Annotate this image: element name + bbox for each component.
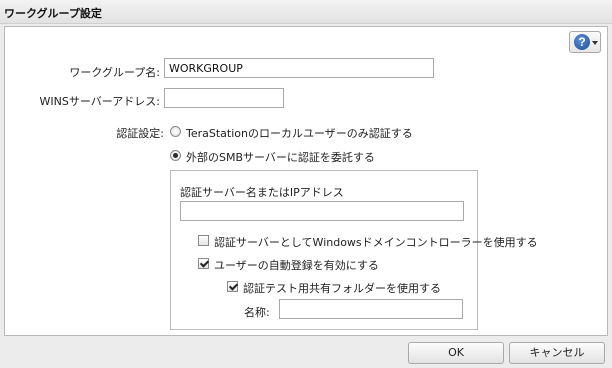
radio-external[interactable] bbox=[170, 150, 181, 161]
help-button[interactable]: ? bbox=[569, 31, 601, 53]
wins-label: WINSサーバーアドレス: bbox=[39, 95, 161, 108]
auth-server-label: 認証サーバー名またはIPアドレス bbox=[180, 186, 344, 199]
auth-option-external-label: 外部のSMBサーバーに認証を委託する bbox=[186, 151, 375, 164]
test-share-label: 認証テスト用共有フォルダーを使用する bbox=[243, 282, 441, 295]
share-name-label: 名称: bbox=[244, 306, 270, 319]
domain-controller-label: 認証サーバーとしてWindowsドメインコントローラーを使用する bbox=[214, 236, 538, 249]
ok-button[interactable]: OK bbox=[408, 342, 504, 364]
help-question-icon: ? bbox=[574, 34, 590, 50]
workgroup-label: ワークグループ名: bbox=[69, 66, 160, 79]
domain-controller-checkbox[interactable] bbox=[198, 235, 209, 246]
auth-label: 認証設定: bbox=[116, 127, 164, 140]
cancel-button[interactable]: キャンセル bbox=[509, 342, 605, 364]
title-bar: ワークグループ設定 bbox=[0, 0, 612, 24]
share-name-input[interactable] bbox=[279, 299, 463, 319]
radio-local[interactable] bbox=[170, 126, 181, 137]
test-share-checkbox[interactable] bbox=[227, 281, 238, 292]
workgroup-input[interactable] bbox=[164, 58, 434, 78]
window-title: ワークグループ設定 bbox=[4, 7, 102, 20]
chevron-down-icon bbox=[592, 41, 598, 45]
auth-server-input[interactable] bbox=[180, 201, 464, 221]
auth-option-local-label: TeraStationのローカルユーザーのみ認証する bbox=[186, 127, 413, 140]
auto-register-checkbox[interactable] bbox=[198, 258, 209, 269]
auto-register-label: ユーザーの自動登録を有効にする bbox=[214, 259, 379, 272]
wins-input[interactable] bbox=[164, 88, 284, 108]
